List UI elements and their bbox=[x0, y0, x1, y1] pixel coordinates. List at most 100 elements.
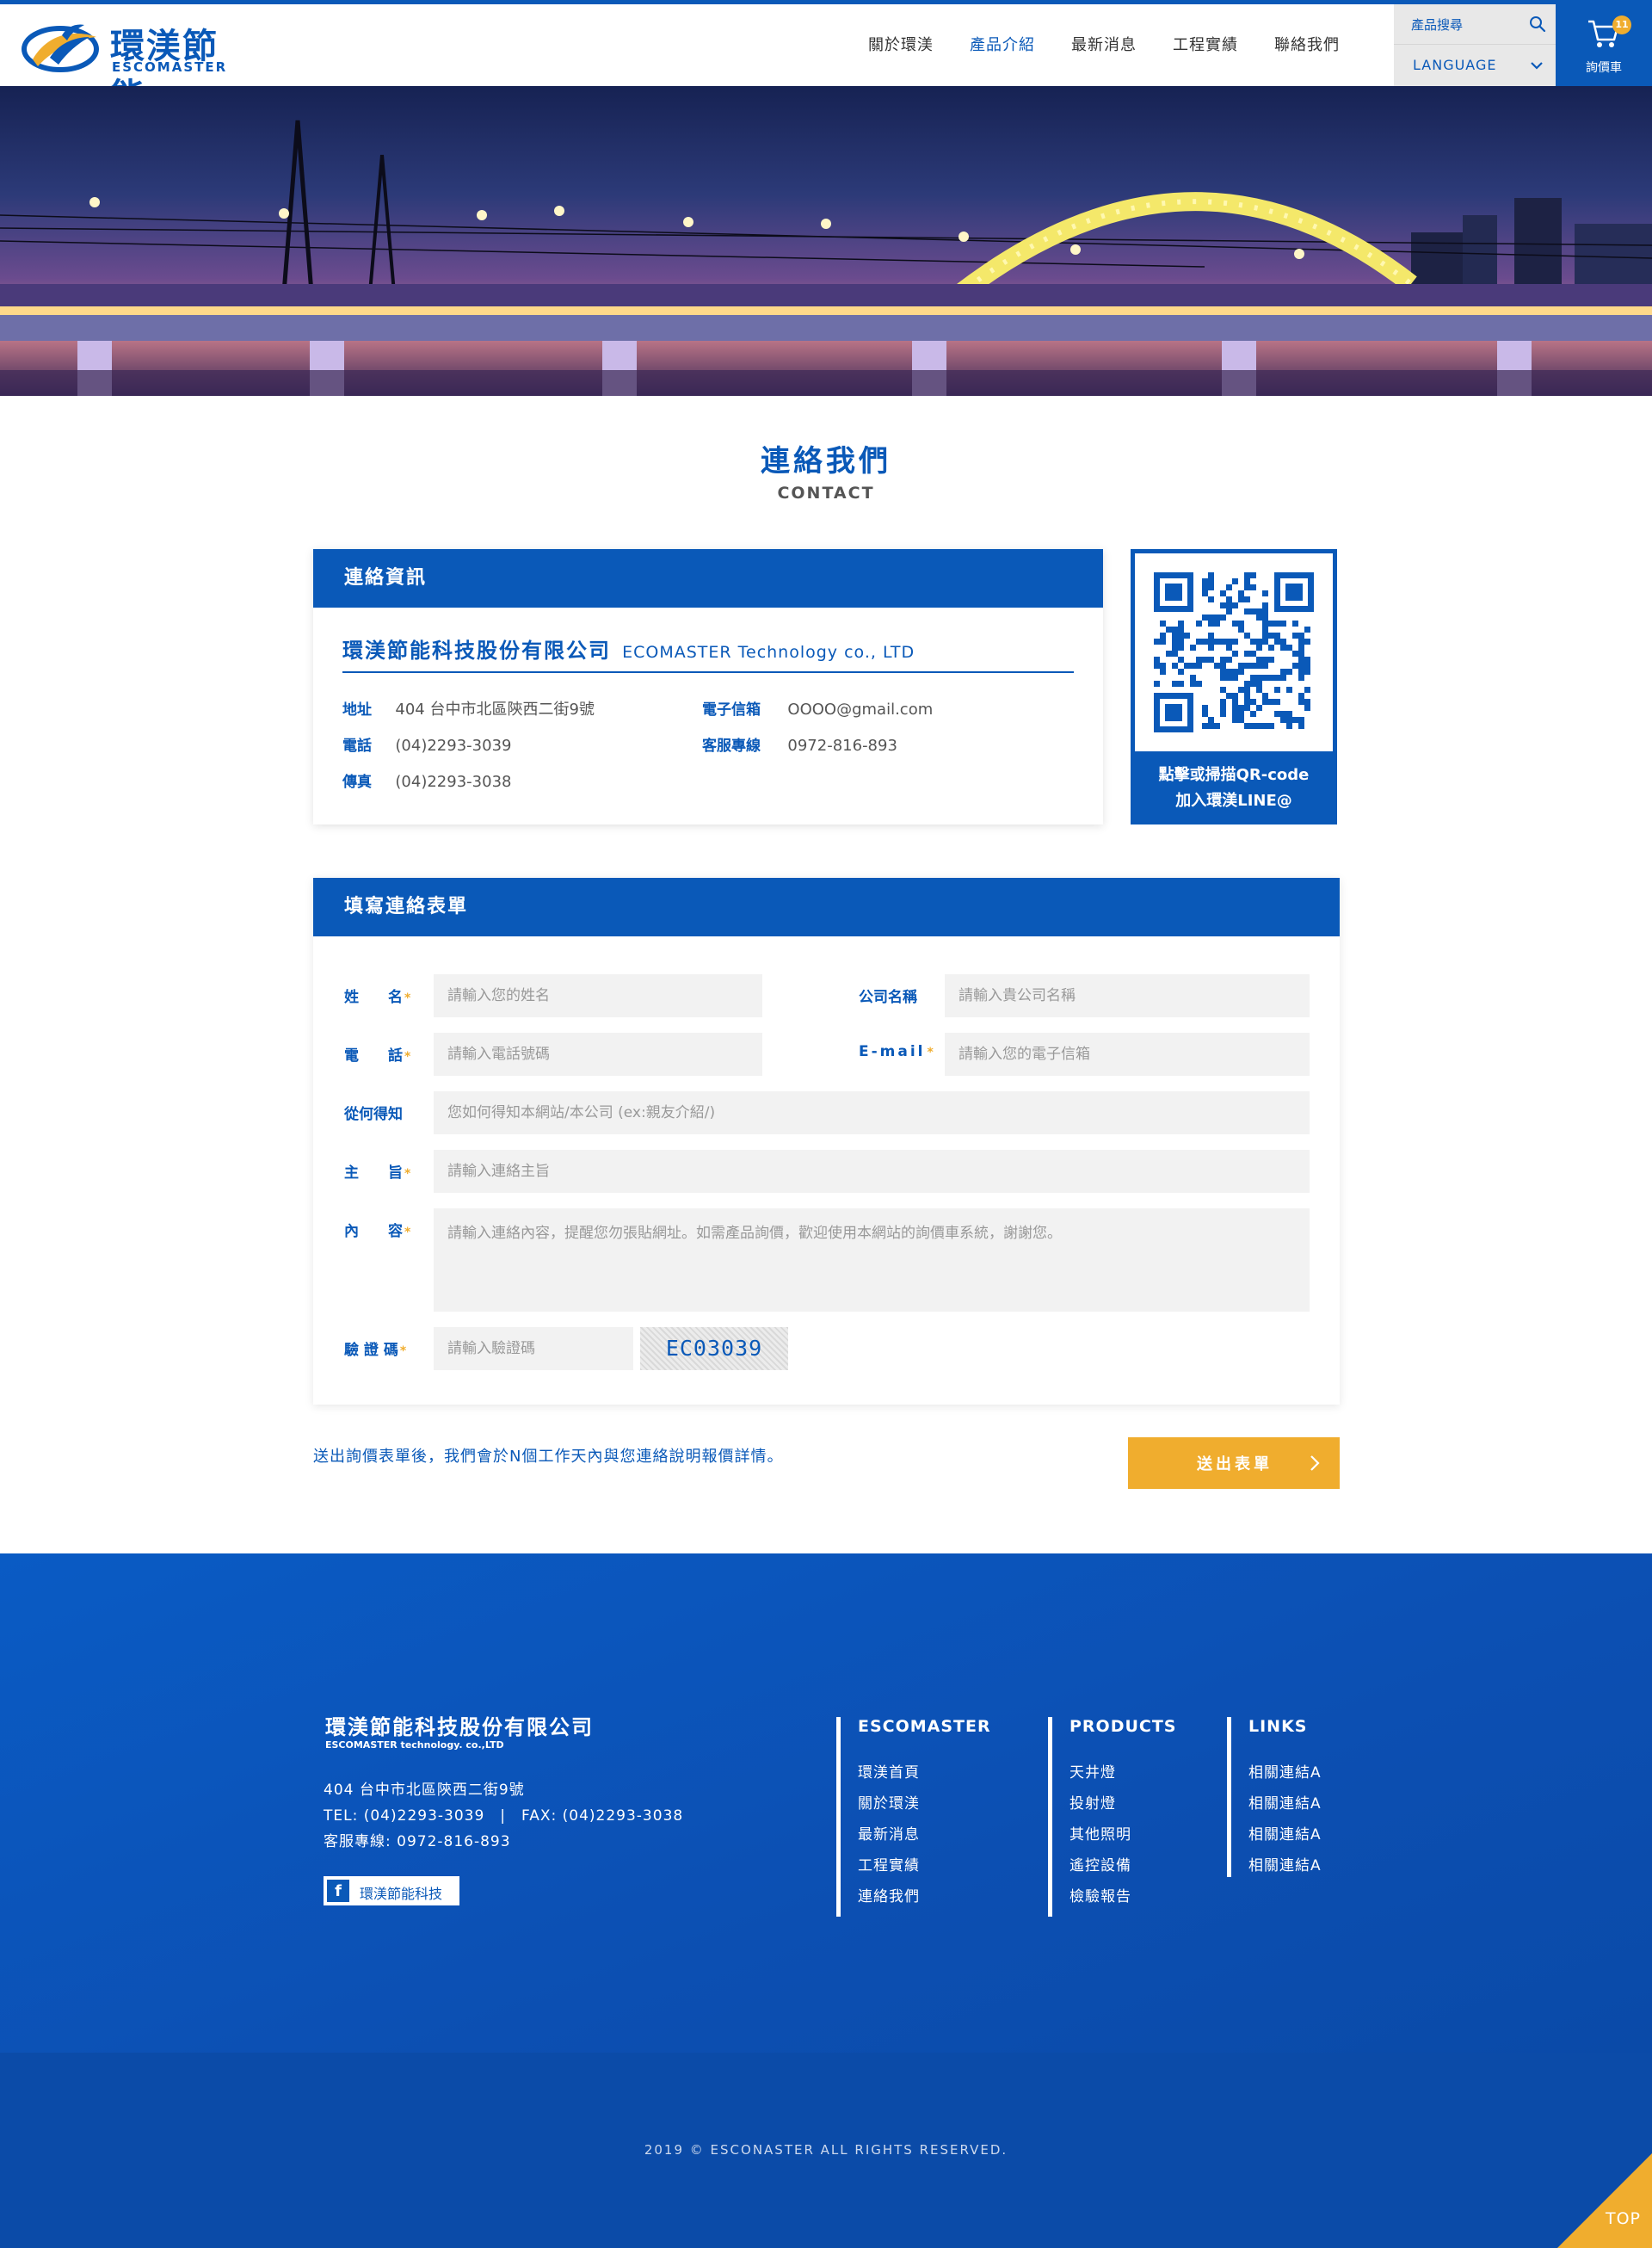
inquiry-cart-button[interactable]: 11 詢價車 bbox=[1556, 4, 1652, 86]
address-row: 地址 404 台中市北區陝西二街9號 bbox=[342, 697, 595, 719]
qr-caption-line1: 點擊或掃描QR-code bbox=[1158, 766, 1310, 784]
required-mark: * bbox=[404, 1226, 411, 1239]
service-row: 客服專線 0972-816-893 bbox=[702, 733, 897, 755]
hero-banner bbox=[0, 86, 1652, 396]
chevron-down-icon bbox=[1531, 62, 1543, 70]
company-input[interactable] bbox=[945, 974, 1310, 1017]
source-input[interactable] bbox=[434, 1091, 1310, 1134]
email-input[interactable] bbox=[945, 1033, 1310, 1076]
required-mark: * bbox=[927, 1046, 936, 1059]
language-label: LANGUAGE bbox=[1413, 57, 1497, 73]
service-label: 客服專線 bbox=[702, 738, 761, 755]
email-row: 電子信箱 OOOO@gmail.com bbox=[702, 697, 933, 719]
footer-related-link[interactable]: 相關連結A bbox=[1248, 1791, 1322, 1822]
contact-info-card: 連絡資訊 環渼節能科技股份有限公司 ECOMASTER Technology c… bbox=[313, 549, 1103, 824]
footer-col-escomaster: ESCOMASTER 環渼首頁 關於環渼 最新消息 工程實績 連絡我們 bbox=[836, 1717, 991, 1917]
source-label: 從何得知 bbox=[344, 1106, 403, 1123]
content-textarea[interactable] bbox=[434, 1208, 1310, 1312]
cart-count-badge: 11 bbox=[1612, 15, 1631, 34]
captcha-input[interactable] bbox=[434, 1327, 633, 1370]
nav-news[interactable]: 最新消息 bbox=[1053, 4, 1155, 86]
qr-code-icon bbox=[1154, 572, 1314, 732]
content-label: 內 容 * bbox=[344, 1219, 410, 1240]
footer-related-link[interactable]: 相關連結A bbox=[1248, 1760, 1322, 1791]
footer-service: 客服專線: 0972-816-893 bbox=[324, 1833, 511, 1850]
required-mark: * bbox=[404, 1050, 411, 1064]
product-search bbox=[1394, 4, 1556, 45]
footer-link-news[interactable]: 最新消息 bbox=[858, 1822, 991, 1853]
contact-info-heading: 連絡資訊 bbox=[313, 549, 1103, 608]
chevron-right-icon bbox=[1310, 1455, 1320, 1471]
footer-related-link[interactable]: 相關連結A bbox=[1248, 1822, 1322, 1853]
captcha-code: EC03039 bbox=[665, 1336, 763, 1361]
contact-form-card: 填寫連絡表單 姓 名* 公司名稱 電 話* E-mail* 從何得知 主 旨* … bbox=[313, 878, 1340, 1405]
email-field-label-text: E-mail bbox=[859, 1043, 926, 1060]
footer-link-other-lighting[interactable]: 其他照明 bbox=[1069, 1822, 1177, 1853]
captcha-label: 驗 證 碼 * bbox=[344, 1337, 406, 1359]
footer-link-about[interactable]: 關於環渼 bbox=[858, 1791, 991, 1822]
main-nav: 關於環渼 產品介紹 最新消息 工程實績 聯絡我們 bbox=[850, 4, 1358, 86]
night-bridge-image bbox=[0, 120, 1652, 396]
footer-tel-fax: TEL: (04)2293-3039 | FAX: (04)2293-3038 bbox=[324, 1807, 684, 1825]
search-input[interactable] bbox=[1394, 4, 1523, 45]
address-value: 404 台中市北區陝西二街9號 bbox=[395, 701, 595, 719]
contact-form-heading: 填寫連絡表單 bbox=[313, 878, 1340, 936]
company-label: 公司名稱 bbox=[859, 989, 917, 1006]
required-mark: * bbox=[399, 1344, 407, 1358]
submit-button-label: 送出表單 bbox=[1197, 1455, 1273, 1473]
line-qr-card[interactable]: 點擊或掃描QR-code 加入環渼LINE@ bbox=[1131, 549, 1337, 824]
search-icon[interactable] bbox=[1528, 15, 1547, 34]
phone-field-label: 電 話 * bbox=[344, 1043, 410, 1065]
footer-col-links: LINKS 相關連結A 相關連結A 相關連結A 相關連結A bbox=[1227, 1717, 1322, 1877]
captcha-image[interactable]: EC03039 bbox=[640, 1327, 788, 1370]
back-to-top-button[interactable] bbox=[1557, 2153, 1652, 2248]
copyright-text: 2019 © ESCONASTER ALL RIGHTS RESERVED. bbox=[644, 2142, 1008, 2158]
fax-label: 傳真 bbox=[342, 774, 372, 791]
qr-caption-line2: 加入環渼LINE@ bbox=[1175, 792, 1292, 810]
footer-col-title: PRODUCTS bbox=[1069, 1717, 1177, 1736]
required-mark: * bbox=[404, 1167, 411, 1181]
footer-link-contact[interactable]: 連絡我們 bbox=[858, 1884, 991, 1915]
name-input[interactable] bbox=[434, 974, 762, 1017]
email-value[interactable]: OOOO@gmail.com bbox=[787, 701, 933, 719]
email-label: 電子信箱 bbox=[702, 701, 761, 719]
nav-contact[interactable]: 聯絡我們 bbox=[1256, 4, 1358, 86]
page-subtitle: CONTACT bbox=[777, 484, 875, 503]
qr-caption: 點擊或掃描QR-code 加入環渼LINE@ bbox=[1131, 763, 1337, 814]
nav-projects[interactable]: 工程實績 bbox=[1155, 4, 1256, 86]
nav-products[interactable]: 產品介紹 bbox=[952, 4, 1053, 86]
name-label: 姓 名 * bbox=[344, 985, 410, 1006]
service-value[interactable]: 0972-816-893 bbox=[787, 737, 897, 755]
language-selector[interactable]: LANGUAGE bbox=[1394, 45, 1556, 86]
copyright-bar: 2019 © ESCONASTER ALL RIGHTS RESERVED. bbox=[0, 2053, 1652, 2248]
footer-related-link[interactable]: 相關連結A bbox=[1248, 1853, 1322, 1884]
email-field-label: E-mail * bbox=[859, 1043, 936, 1060]
footer-col-title: LINKS bbox=[1248, 1717, 1308, 1736]
qr-code-image bbox=[1135, 553, 1333, 751]
logo-emblem-icon bbox=[22, 24, 99, 72]
submit-button[interactable]: 送出表單 bbox=[1128, 1437, 1340, 1489]
footer-link-floodlight[interactable]: 投射燈 bbox=[1069, 1791, 1177, 1822]
page-title: 連絡我們 bbox=[761, 444, 891, 479]
brand-logo[interactable]: 環渼節能 ESCOMASTER bbox=[21, 16, 244, 116]
footer-link-highbay[interactable]: 天井燈 bbox=[1069, 1760, 1177, 1791]
fax-row: 傳真 (04)2293-3038 bbox=[342, 769, 511, 791]
footer-link-projects[interactable]: 工程實績 bbox=[858, 1853, 991, 1884]
facebook-label: 環渼節能科技 bbox=[360, 1886, 443, 1902]
brand-name-en: ESCOMASTER bbox=[112, 59, 228, 75]
footer-link-home[interactable]: 環渼首頁 bbox=[858, 1760, 991, 1791]
footer-address: 404 台中市北區陝西二街9號 bbox=[324, 1782, 525, 1799]
footer-col-products: PRODUCTS 天井燈 投射燈 其他照明 遙控設備 檢驗報告 bbox=[1048, 1717, 1177, 1917]
footer-link-remote[interactable]: 遙控設備 bbox=[1069, 1853, 1177, 1884]
facebook-link[interactable]: f 環渼節能科技 bbox=[324, 1876, 459, 1905]
name-label-text: 姓 名 bbox=[344, 989, 403, 1006]
company-name-en: ECOMASTER Technology co., LTD bbox=[622, 643, 915, 662]
back-to-top-label: TOP bbox=[1606, 2209, 1642, 2228]
footer-link-reports[interactable]: 檢驗報告 bbox=[1069, 1884, 1177, 1915]
facebook-icon: f bbox=[327, 1880, 349, 1902]
nav-about[interactable]: 關於環渼 bbox=[850, 4, 952, 86]
phone-value[interactable]: (04)2293-3039 bbox=[395, 737, 511, 755]
subject-input[interactable] bbox=[434, 1150, 1310, 1193]
phone-input[interactable] bbox=[434, 1033, 762, 1076]
address-label: 地址 bbox=[342, 701, 372, 719]
